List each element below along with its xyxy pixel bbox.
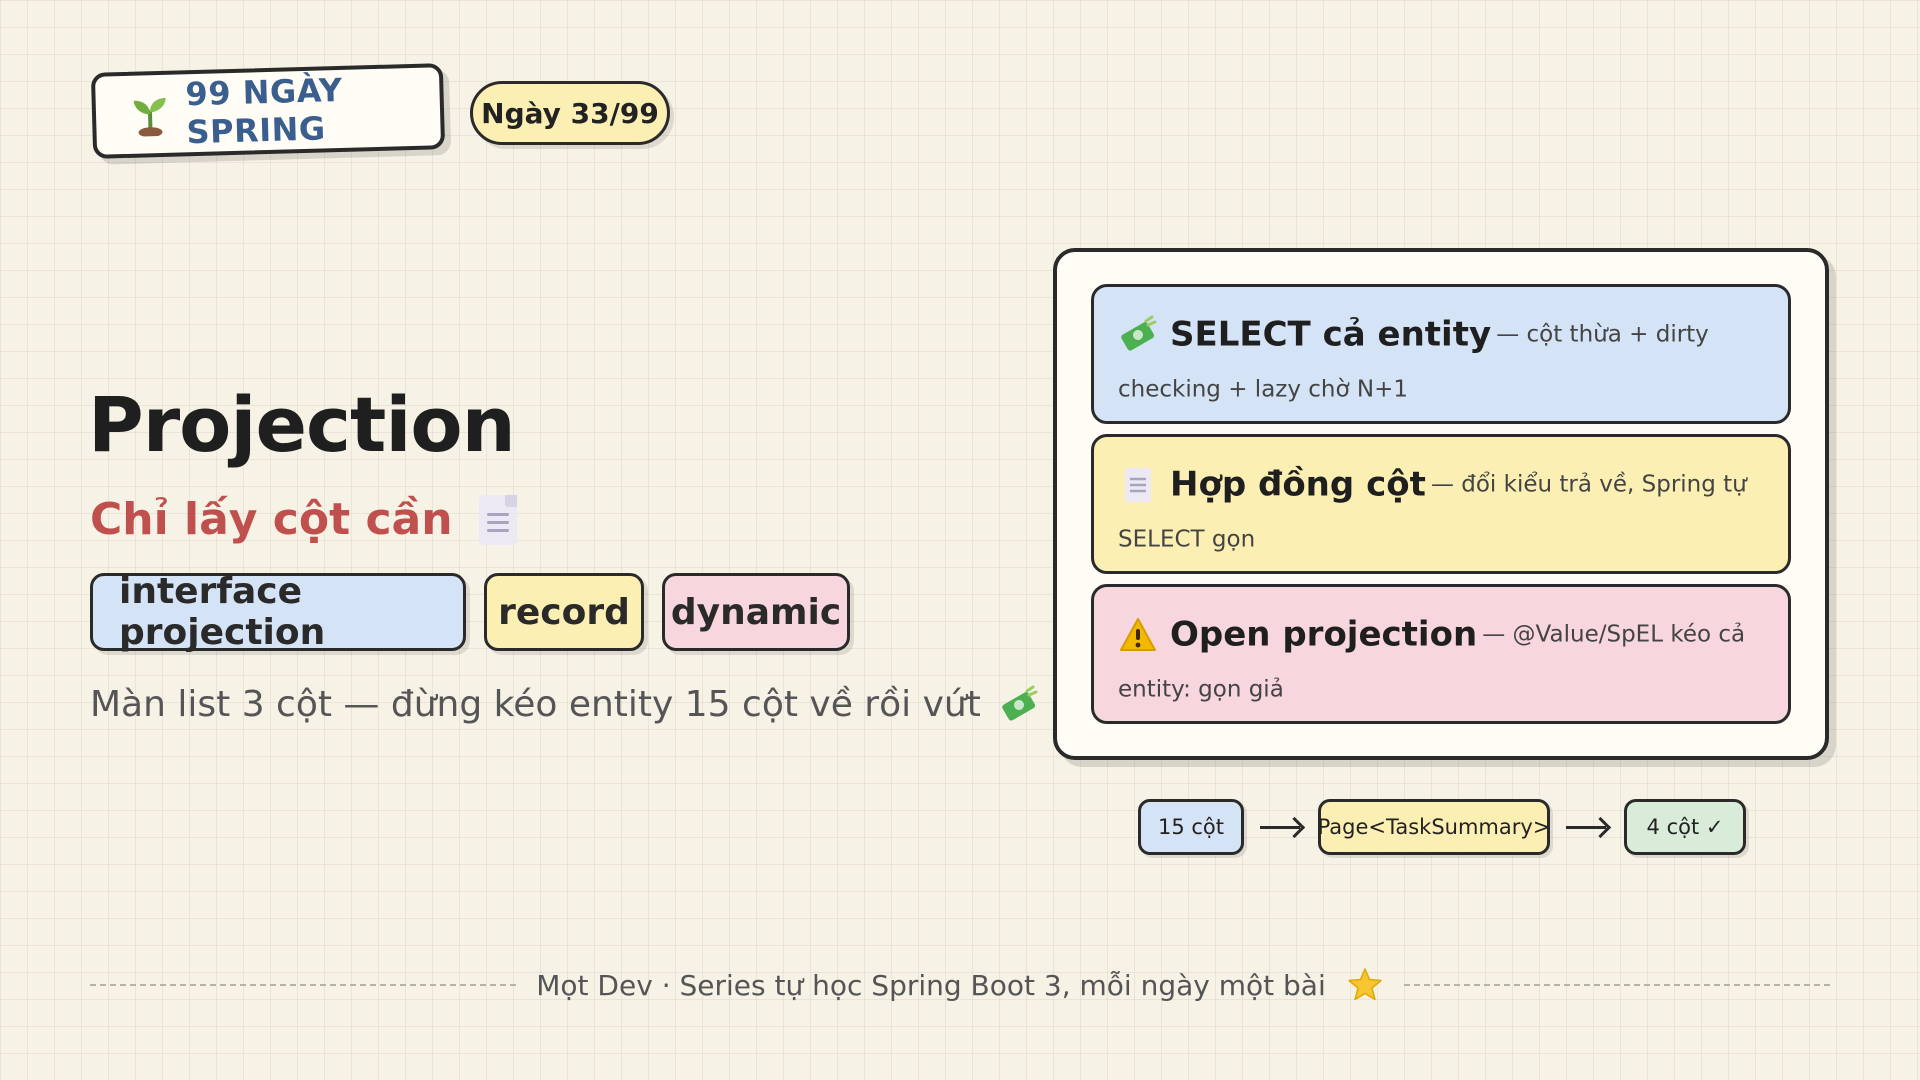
money-icon <box>1118 315 1158 355</box>
subtitle-row: Chỉ lấy cột cần <box>90 494 517 545</box>
flow-step-projection: Page<TaskSummary> <box>1318 799 1550 855</box>
card-head: Hợp đồng cột <box>1170 464 1426 505</box>
warning-icon <box>1118 615 1158 655</box>
tag-list: interface projection record dynamic <box>90 571 850 653</box>
footer: Mọt Dev · Series tự học Spring Boot 3, m… <box>90 966 1831 1004</box>
arrow-right-icon <box>1550 799 1624 855</box>
tag-dynamic: dynamic <box>662 573 850 651</box>
card-open-projection: Open projection — @Value/SpEL kéo cả ent… <box>1091 584 1791 724</box>
flow-diagram: 15 cột Page<TaskSummary> 4 cột ✓ <box>1138 799 1746 855</box>
flow-step-output: 4 cột ✓ <box>1624 799 1746 855</box>
card-head: Open projection <box>1170 614 1478 655</box>
tag-record: record <box>484 573 644 651</box>
document-icon <box>1118 465 1158 505</box>
tagline-row: Màn list 3 cột — đừng kéo entity 15 cột … <box>90 684 1039 725</box>
document-icon <box>478 494 517 545</box>
info-panel: SELECT cả entity — cột thừa + dirty chec… <box>1053 248 1829 760</box>
brand-label: 99 NGÀY SPRING <box>184 70 344 152</box>
sprout-icon <box>127 92 172 138</box>
tag-interface-projection: interface projection <box>90 571 466 653</box>
subtitle: Chỉ lấy cột cần <box>90 494 453 545</box>
card-column-contract: Hợp đồng cột — đổi kiểu trả về, Spring t… <box>1091 434 1791 574</box>
tagline: Màn list 3 cột — đừng kéo entity 15 cột … <box>90 684 981 725</box>
card-select-entity: SELECT cả entity — cột thừa + dirty chec… <box>1091 284 1791 424</box>
day-badge: Ngày 33/99 <box>470 81 670 145</box>
brand-badge: 99 NGÀY SPRING <box>90 63 446 159</box>
money-icon <box>999 685 1039 725</box>
footer-divider-left <box>90 984 517 986</box>
arrow-right-icon <box>1244 799 1318 855</box>
footer-text: Mọt Dev · Series tự học Spring Boot 3, m… <box>536 968 1326 1002</box>
page-title: Projection <box>88 380 516 469</box>
flow-step-input: 15 cột <box>1138 799 1244 855</box>
footer-divider-right <box>1403 984 1831 986</box>
star-icon <box>1346 966 1384 1004</box>
card-head: SELECT cả entity <box>1170 314 1492 355</box>
